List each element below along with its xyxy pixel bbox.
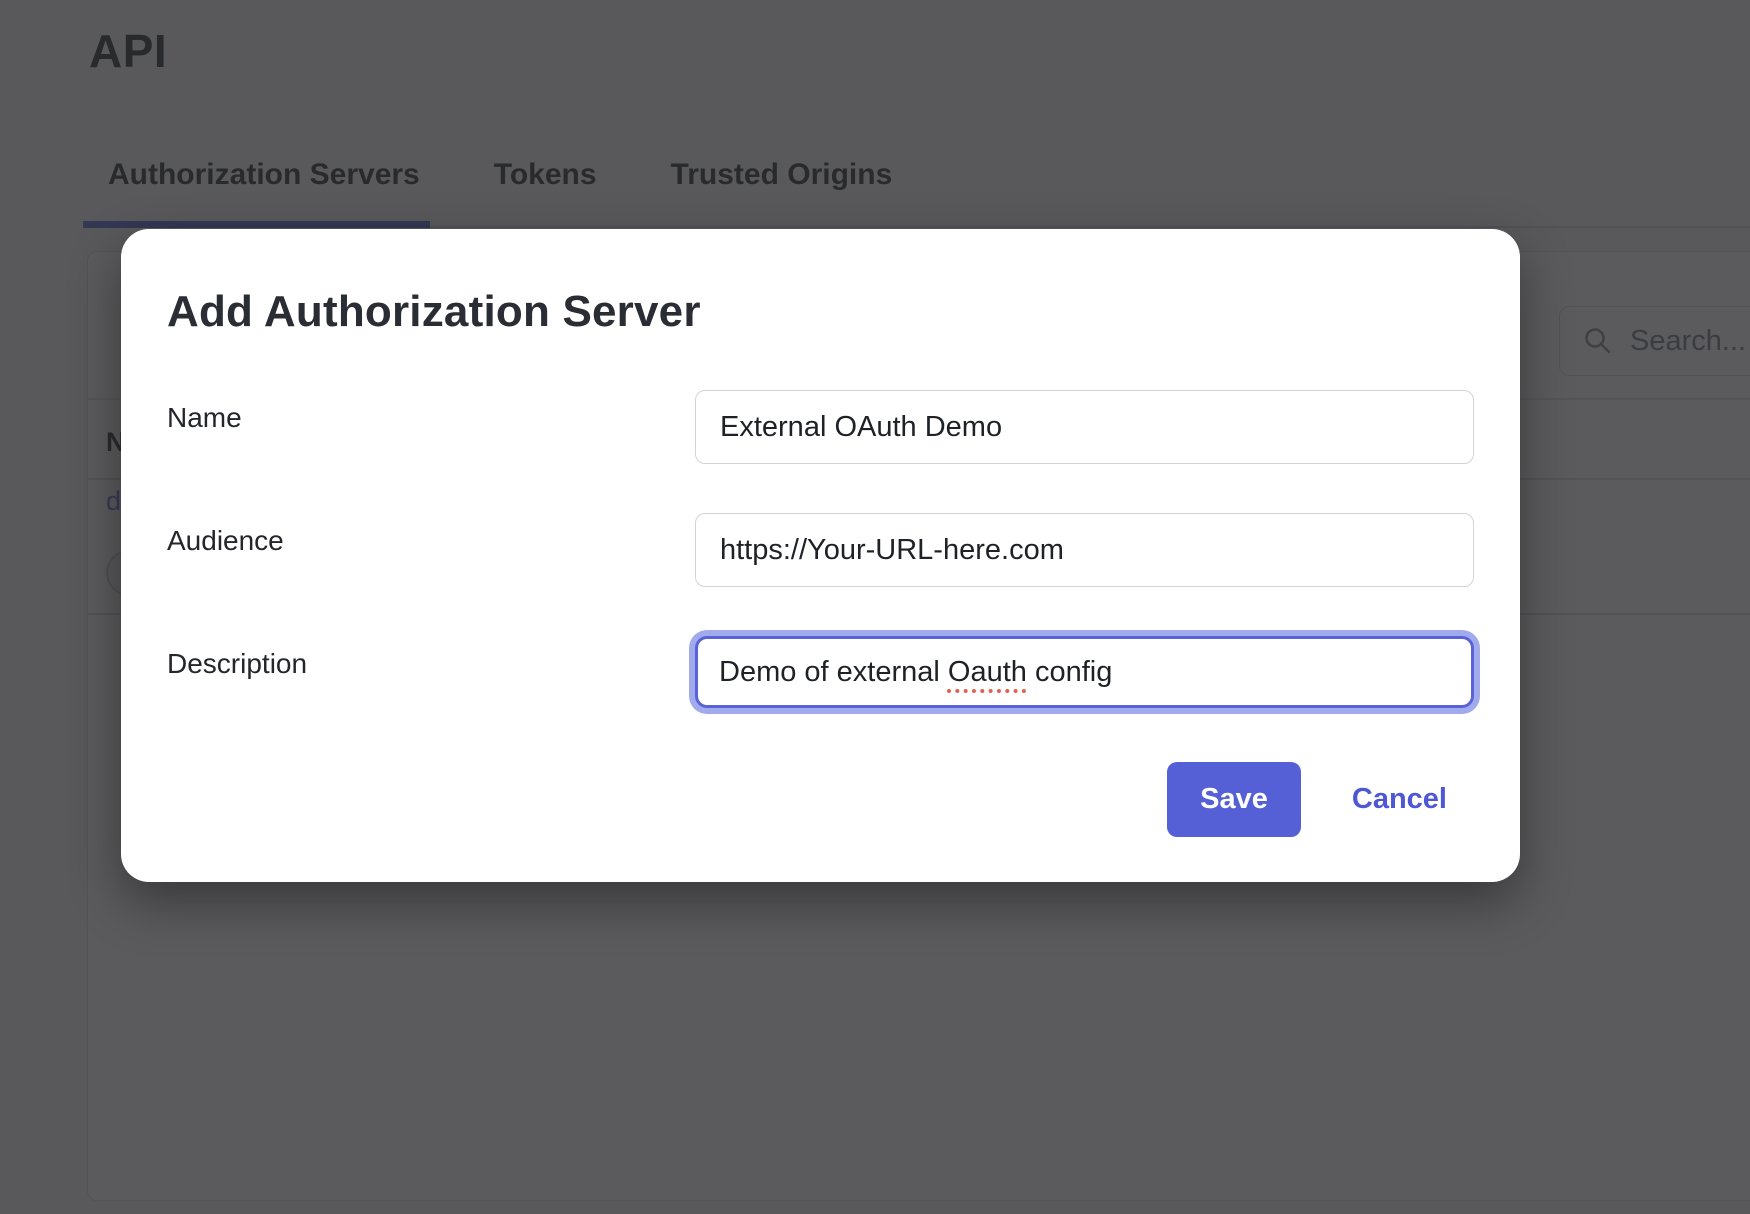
description-text-before: Demo of external	[719, 656, 948, 688]
audience-label: Audience	[167, 513, 695, 557]
name-input[interactable]	[695, 390, 1474, 464]
cancel-button[interactable]: Cancel	[1352, 783, 1447, 816]
name-label: Name	[167, 390, 695, 434]
description-label: Description	[167, 636, 695, 680]
audience-field-row: Audience	[167, 513, 1474, 587]
save-button[interactable]: Save	[1167, 762, 1301, 837]
screen: API Authorization Servers Tokens Trusted…	[0, 0, 1750, 1214]
dialog-actions: Save Cancel	[1167, 762, 1447, 837]
description-field-row: Description Demo of external Oauth confi…	[167, 636, 1474, 708]
description-text-after: config	[1027, 656, 1112, 688]
add-authorization-server-dialog: Add Authorization Server Name Audience D…	[121, 229, 1520, 882]
audience-input[interactable]	[695, 513, 1474, 587]
description-misspelled-word: Oauth	[948, 656, 1027, 688]
description-input[interactable]: Demo of external Oauth config	[695, 636, 1474, 708]
dialog-title: Add Authorization Server	[167, 287, 701, 337]
name-field-row: Name	[167, 390, 1474, 464]
